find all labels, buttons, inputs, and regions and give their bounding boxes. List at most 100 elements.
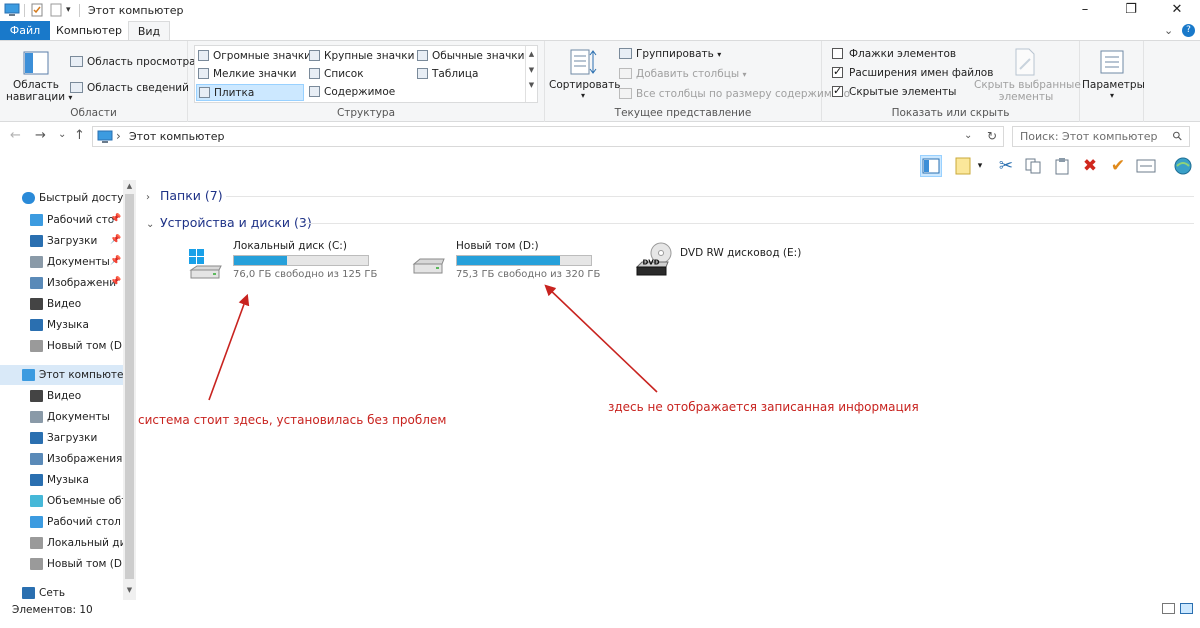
sidebar-item[interactable]: Новый том (D:) [0, 336, 124, 356]
expand-gallery-icon[interactable]: ▼ [526, 81, 537, 90]
layout-small-icons[interactable]: Мелкие значки [196, 66, 304, 83]
scroll-down-icon[interactable]: ▼ [526, 66, 537, 75]
sidebar-item[interactable]: Этот компьютер [0, 365, 124, 385]
maximize-button[interactable]: ❐ [1108, 0, 1154, 21]
layout-content[interactable]: Содержимое [307, 84, 411, 101]
paste-button[interactable] [1051, 155, 1073, 177]
pin-icon[interactable]: 📌 [110, 235, 121, 245]
details-view-icon[interactable] [1162, 603, 1175, 614]
copy-button[interactable] [1022, 155, 1044, 177]
hide-selected-button[interactable]: Скрыть выбранные элементы [974, 79, 1081, 103]
delete-icon[interactable]: ✖ [1079, 155, 1101, 177]
drive-name: Локальный диск (C:) [233, 240, 347, 252]
pin-icon[interactable]: 📌 [110, 256, 121, 266]
drive-tile-e[interactable]: DVD DVD RW дисковод (E:) [634, 242, 834, 281]
internet-button[interactable] [1172, 155, 1194, 177]
close-button[interactable]: ✕ [1154, 0, 1200, 21]
up-button[interactable]: ↑ [74, 128, 85, 143]
pin-icon[interactable]: 📌 [110, 214, 121, 224]
properties-button[interactable] [1135, 155, 1157, 177]
preview-pane-button[interactable]: Область просмотра [70, 56, 196, 68]
tab-computer[interactable]: Компьютер [50, 21, 128, 41]
layout-medium-icons[interactable]: Обычные значки [415, 48, 524, 65]
sidebar-item[interactable]: Локальный дис [0, 533, 124, 553]
quick-access-dropdown-icon[interactable]: ▾ [66, 3, 71, 17]
sort-button[interactable]: Сортировать ▾ [549, 79, 620, 100]
navigation-scrollbar[interactable]: ▲ ▼ [123, 180, 136, 600]
drive-tile-d[interactable]: Новый том (D:) 75,3 ГБ свободно из 320 Г… [410, 240, 610, 284]
sidebar-item[interactable]: Видео [0, 386, 124, 406]
back-button[interactable]: ← [10, 128, 21, 143]
sidebar-item[interactable]: Объемные объ [0, 491, 124, 511]
medium-icons-icon [417, 50, 428, 61]
options-button[interactable]: Параметры ▾ [1082, 79, 1145, 100]
rename-check-icon[interactable]: ✔ [1107, 155, 1129, 177]
properties-icon[interactable] [30, 3, 44, 17]
sidebar-item[interactable]: Видео [0, 294, 124, 314]
scroll-up-icon[interactable]: ▲ [123, 182, 136, 190]
options-icon [1100, 50, 1124, 74]
scroll-thumb[interactable] [125, 194, 134, 579]
sidebar-item[interactable]: Рабочий сто 📌 [0, 210, 124, 230]
new-folder-button[interactable] [952, 155, 974, 177]
layout-list[interactable]: Список [307, 66, 411, 83]
sidebar-item[interactable]: Музыка [0, 315, 124, 335]
ribbon-collapse-icon[interactable]: ⌄ [1164, 24, 1173, 37]
windows-drive-icon [189, 249, 222, 279]
layout-tiles[interactable]: Плитка [196, 84, 304, 101]
recent-locations-button[interactable]: ⌄ [58, 129, 66, 140]
devices-section-header[interactable]: ⌄ Устройства и диски (3) [146, 215, 312, 230]
item-checkboxes-toggle[interactable]: Флажки элементов [832, 48, 956, 60]
drive-tile-c[interactable]: Локальный диск (C:) 76,0 ГБ свободно из … [187, 240, 387, 284]
hidden-items-checkbox[interactable] [832, 84, 843, 97]
tab-file[interactable]: Файл [0, 21, 50, 41]
breadcrumb[interactable]: Этот компьютер [129, 130, 225, 143]
tab-view[interactable]: Вид [128, 21, 170, 41]
sidebar-item[interactable]: Рабочий стол [0, 512, 124, 532]
details-pane-button[interactable]: Область сведений [70, 82, 189, 94]
file-extensions-checkbox[interactable] [832, 65, 843, 78]
minimize-button[interactable]: – [1062, 0, 1108, 21]
sidebar-item[interactable]: Загрузки [0, 428, 124, 448]
scroll-up-icon[interactable]: ▲ [526, 50, 537, 59]
layout-large-icons[interactable]: Крупные значки [307, 48, 414, 65]
file-extensions-toggle[interactable]: Расширения имен файлов [832, 65, 993, 79]
pin-icon[interactable]: 📌 [110, 277, 121, 287]
sidebar-item[interactable]: Изображени 📌 [0, 273, 124, 293]
large-icons-view-icon[interactable] [1180, 603, 1193, 614]
layout-details[interactable]: Таблица [415, 66, 523, 83]
navigation-pane-button[interactable]: Область навигации ▾ [6, 79, 72, 104]
forward-button[interactable]: → [35, 128, 46, 143]
group-by-button[interactable]: Группировать ▾ [619, 48, 721, 60]
hidden-items-toggle[interactable]: Скрытые элементы [832, 84, 956, 98]
refresh-button[interactable]: ↻ [987, 129, 997, 143]
sidebar-item[interactable]: Загрузки 📌 [0, 231, 124, 251]
help-icon[interactable]: ? [1182, 24, 1195, 37]
new-folder-icon[interactable] [50, 3, 62, 17]
address-bar[interactable]: › Этот компьютер ⌄ ↻ [92, 126, 1004, 147]
preview-pane-toggle[interactable] [920, 155, 942, 177]
options-group: Параметры ▾ [1080, 41, 1145, 122]
breadcrumb-chevron-icon[interactable]: › [116, 129, 121, 143]
search-icon[interactable]: ⚲ [1169, 128, 1185, 144]
annotation-left: система стоит здесь, установилась без пр… [138, 413, 447, 427]
layout-extra-large-icons[interactable]: Огромные значки [196, 48, 311, 65]
sidebar-item[interactable]: Сеть [0, 583, 124, 600]
sidebar-item[interactable]: Быстрый доступ [0, 188, 124, 208]
sidebar-item[interactable]: Изображения [0, 449, 124, 469]
download-icon [30, 235, 43, 247]
search-input[interactable]: Поиск: Этот компьютер ⚲ [1012, 126, 1190, 147]
cut-icon[interactable]: ✂ [995, 155, 1017, 177]
sidebar-item[interactable]: Документы [0, 407, 124, 427]
folders-section-header[interactable]: › Папки (7) [146, 188, 223, 203]
fit-columns-button[interactable]: Все столбцы по размеру содержимого [619, 88, 850, 100]
item-checkboxes-checkbox[interactable] [832, 48, 843, 59]
add-columns-button[interactable]: Добавить столбцы ▾ [619, 68, 747, 80]
sidebar-item[interactable]: Документы 📌 [0, 252, 124, 272]
address-dropdown-button[interactable]: ⌄ [964, 130, 972, 141]
sidebar-item[interactable]: Музыка [0, 470, 124, 490]
layout-gallery-scroll[interactable]: ▲ ▼ ▼ [525, 46, 537, 102]
sidebar-item[interactable]: Новый том (D:) [0, 554, 124, 574]
dropdown-arrow-icon[interactable]: ▾ [974, 155, 986, 177]
scroll-down-icon[interactable]: ▼ [123, 586, 136, 594]
